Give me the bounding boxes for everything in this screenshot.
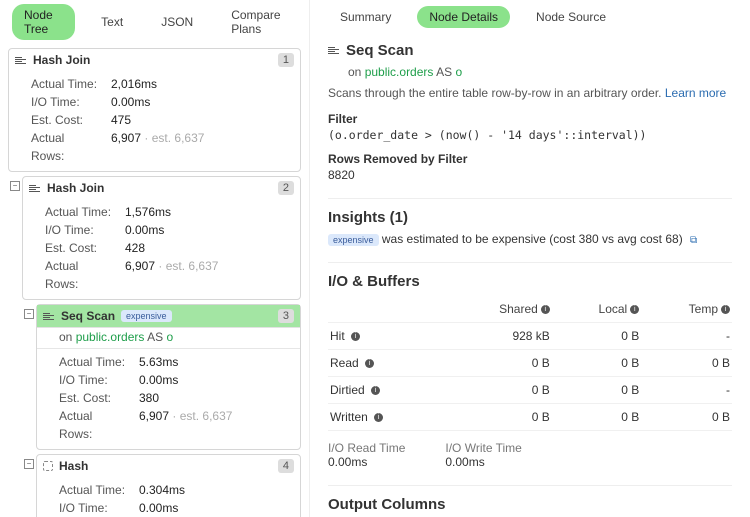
- expensive-badge: expensive: [328, 234, 379, 246]
- rows-removed-value: 8820: [328, 168, 732, 182]
- detail-description: Scans through the entire table row-by-ro…: [328, 85, 732, 102]
- tab-json[interactable]: JSON: [149, 11, 205, 33]
- insight-row: expensive was estimated to be expensive …: [328, 232, 732, 246]
- node-title: Hash Join: [33, 53, 90, 67]
- node-1[interactable]: Hash Join 1 Actual Time:2,016ms I/O Time…: [8, 48, 301, 172]
- info-icon[interactable]: i: [365, 359, 374, 368]
- info-icon[interactable]: i: [351, 332, 360, 341]
- learn-more-link[interactable]: Learn more: [665, 86, 726, 100]
- seq-scan-icon: [43, 310, 55, 322]
- node-4[interactable]: − Hash 4 Actual Time:0.304ms I/O Time:0.…: [36, 454, 301, 517]
- insights-heading: Insights (1): [328, 209, 732, 226]
- node-2[interactable]: − Hash Join 2 Actual Time:1,576ms I/O Ti…: [22, 176, 301, 300]
- info-icon[interactable]: i: [630, 305, 639, 314]
- tab-summary[interactable]: Summary: [328, 6, 403, 28]
- tab-node-details[interactable]: Node Details: [417, 6, 510, 28]
- info-icon[interactable]: i: [721, 305, 730, 314]
- expensive-badge: expensive: [121, 310, 172, 322]
- collapse-icon[interactable]: −: [24, 309, 34, 319]
- filter-expr: (o.order_date > (now() - '14 days'::inte…: [328, 128, 732, 142]
- hash-icon: [43, 461, 53, 471]
- collapse-icon[interactable]: −: [10, 181, 20, 191]
- tab-node-tree[interactable]: Node Tree: [12, 4, 75, 40]
- rows-removed-label: Rows Removed by Filter: [328, 152, 732, 166]
- io-heading: I/O & Buffers: [328, 273, 732, 290]
- detail-title: Seq Scan: [328, 42, 732, 59]
- node-number: 1: [278, 53, 294, 67]
- left-tabs: Node Tree Text JSON Compare Plans: [8, 4, 301, 40]
- tab-text[interactable]: Text: [89, 11, 135, 33]
- external-link-icon[interactable]: ⧉: [690, 235, 697, 246]
- node-3[interactable]: − Seq Scan expensive 3 on public.orders …: [36, 304, 301, 450]
- right-tabs: Summary Node Details Node Source: [328, 6, 732, 28]
- hash-join-icon: [29, 182, 41, 194]
- info-icon[interactable]: i: [371, 386, 380, 395]
- io-buffers-table: Sharedi Locali Tempi Hit i928 kB0 B-Read…: [328, 296, 732, 431]
- info-icon[interactable]: i: [374, 413, 383, 422]
- info-icon[interactable]: i: [541, 305, 550, 314]
- detail-relation: on public.orders AS o: [328, 65, 732, 79]
- tab-compare[interactable]: Compare Plans: [219, 4, 301, 40]
- seq-scan-icon: [328, 45, 340, 57]
- output-cols-heading: Output Columns: [328, 496, 732, 513]
- collapse-icon[interactable]: −: [24, 459, 34, 469]
- hash-join-icon: [15, 54, 27, 66]
- tab-node-source[interactable]: Node Source: [524, 6, 618, 28]
- filter-label: Filter: [328, 112, 732, 126]
